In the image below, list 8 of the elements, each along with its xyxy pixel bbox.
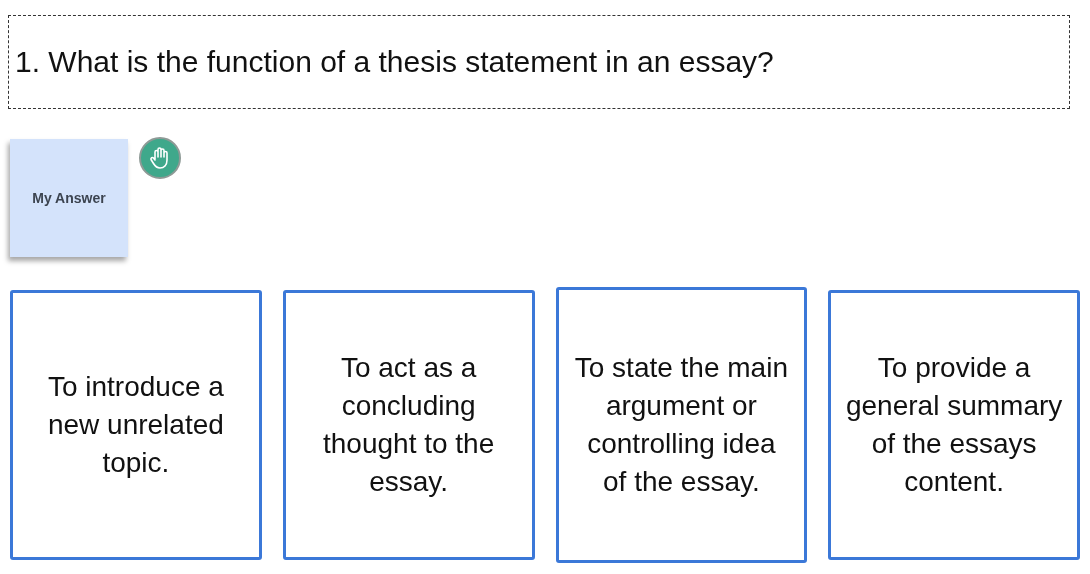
question-text: 1. What is the function of a thesis statement in an essay? (15, 45, 774, 79)
raise-hand-button[interactable] (139, 137, 181, 179)
answer-note: My Answer (10, 139, 128, 257)
answer-option[interactable]: To state the main argument or controlling idea of the essay. (555, 287, 808, 563)
answer-option[interactable]: To act as a concluding thought to the essay. (282, 290, 535, 560)
answer-option[interactable]: To provide a general summary of the essays content. (828, 290, 1080, 560)
hand-icon (149, 146, 171, 170)
answer-option[interactable]: To introduce a new unrelated topic. (10, 290, 262, 560)
